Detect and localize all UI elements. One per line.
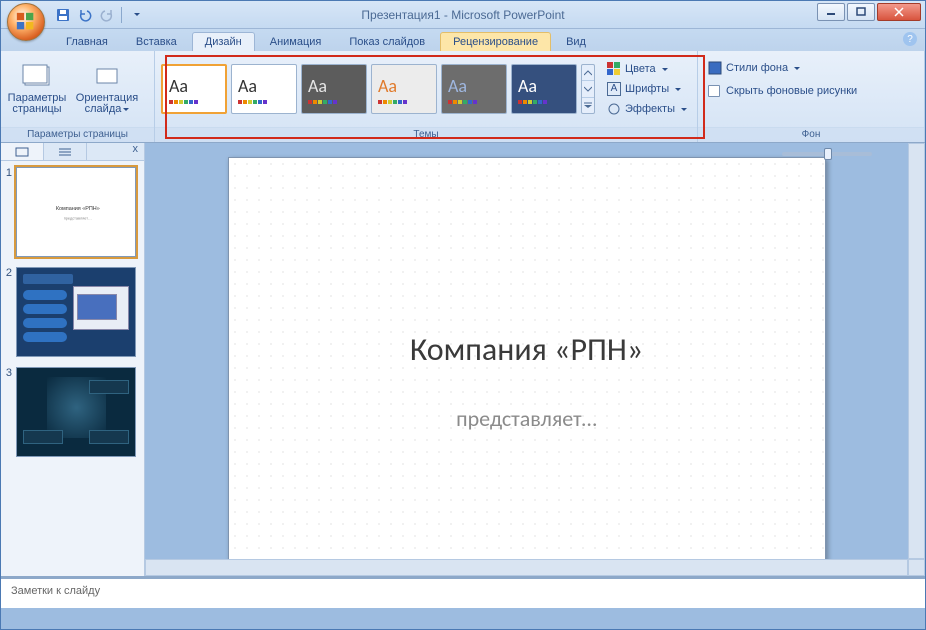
thumb-number: 2 xyxy=(3,267,12,357)
theme-fonts-button[interactable]: A Шрифты xyxy=(603,80,691,98)
colors-icon xyxy=(607,62,621,76)
bg-styles-label: Стили фона xyxy=(726,62,788,74)
notes-placeholder: Заметки к слайду xyxy=(11,585,100,597)
theme-preview-text: Aa xyxy=(169,75,225,97)
slide-thumb-3[interactable] xyxy=(16,367,136,457)
zoom-slider[interactable] xyxy=(782,152,872,156)
office-button[interactable] xyxy=(7,3,45,41)
notes-pane[interactable]: Заметки к слайду xyxy=(1,576,925,608)
tab-animation[interactable]: Анимация xyxy=(257,32,335,51)
theme-swatches xyxy=(518,100,576,104)
redo-icon[interactable] xyxy=(99,7,115,23)
tab-review[interactable]: Рецензирование xyxy=(440,32,551,51)
tab-insert[interactable]: Вставка xyxy=(123,32,190,51)
page-setup-button[interactable]: Параметры страницы xyxy=(7,56,67,122)
theme-item[interactable]: Aa xyxy=(441,64,507,114)
orientation-button[interactable]: Ориентация слайда xyxy=(71,56,143,122)
thumb-number: 3 xyxy=(3,367,12,457)
bg-styles-icon xyxy=(708,61,722,75)
theme-item[interactable]: Aa xyxy=(161,64,227,114)
theme-preview-text: Aa xyxy=(518,75,576,97)
theme-swatches xyxy=(238,100,296,104)
panel-close-button[interactable]: x xyxy=(127,143,145,160)
zoom-slider-thumb[interactable] xyxy=(824,148,832,160)
background-styles-button[interactable]: Стили фона xyxy=(704,59,804,77)
theme-swatches xyxy=(308,100,366,104)
panel-tab-outline[interactable] xyxy=(44,143,87,160)
themes-gallery: Aa Aa Aa Aa Aa Aa xyxy=(161,64,577,114)
theme-swatches xyxy=(378,100,436,104)
horizontal-scrollbar[interactable] xyxy=(145,559,908,576)
tab-design[interactable]: Дизайн xyxy=(192,32,255,51)
theme-preview-text: Aa xyxy=(308,75,366,97)
gallery-more-button[interactable] xyxy=(582,98,594,113)
quick-access-toolbar xyxy=(55,7,144,23)
undo-icon[interactable] xyxy=(77,7,93,23)
theme-item[interactable]: Aa xyxy=(371,64,437,114)
qat-customize-icon[interactable] xyxy=(128,7,144,23)
theme-colors-button[interactable]: Цвета xyxy=(603,60,691,78)
theme-swatches xyxy=(448,100,506,104)
vertical-scrollbar[interactable] xyxy=(908,143,925,559)
gallery-row-up-button[interactable] xyxy=(582,65,594,81)
slide-subtitle: представляет… xyxy=(456,405,597,432)
fonts-icon: A xyxy=(607,82,621,96)
theme-fonts-label: Шрифты xyxy=(625,83,669,95)
close-button[interactable] xyxy=(877,3,921,21)
theme-item[interactable]: Aa xyxy=(301,64,367,114)
slide-thumb-1[interactable]: Компания «РПН»представляет… xyxy=(16,167,136,257)
page-setup-label: Параметры страницы xyxy=(7,93,67,115)
gallery-scroll xyxy=(581,64,595,114)
slide-canvas[interactable]: Компания «РПН» представляет… xyxy=(228,157,826,559)
thumb-number: 1 xyxy=(3,167,12,257)
theme-item[interactable]: Aa xyxy=(511,64,577,114)
checkbox-box xyxy=(708,85,720,97)
hide-bg-label: Скрыть фоновые рисунки xyxy=(726,85,857,97)
bg-group-label: Фон xyxy=(698,127,924,142)
minimize-button[interactable] xyxy=(817,3,845,21)
tab-slideshow[interactable]: Показ слайдов xyxy=(336,32,438,51)
pagesetup-group-label: Параметры страницы xyxy=(1,127,154,142)
panel-tab-slides[interactable] xyxy=(1,143,44,160)
tab-home[interactable]: Главная xyxy=(53,32,121,51)
help-icon[interactable]: ? xyxy=(903,32,917,46)
theme-preview-text: Aa xyxy=(448,75,506,97)
slide-title: Компания «РПН» xyxy=(410,330,643,369)
theme-item[interactable]: Aa xyxy=(231,64,297,114)
slide-thumb-2[interactable] xyxy=(16,267,136,357)
gallery-row-down-button[interactable] xyxy=(582,81,594,97)
theme-swatches xyxy=(169,100,225,104)
save-icon[interactable] xyxy=(55,7,71,23)
theme-effects-button[interactable]: Эффекты xyxy=(603,100,691,118)
theme-colors-label: Цвета xyxy=(625,63,656,75)
tab-view[interactable]: Вид xyxy=(553,32,599,51)
maximize-button[interactable] xyxy=(847,3,875,21)
theme-effects-label: Эффекты xyxy=(625,103,675,115)
themes-group-label: Темы xyxy=(155,127,697,142)
effects-icon xyxy=(607,102,621,116)
orientation-label: Ориентация слайда xyxy=(76,92,138,115)
theme-preview-text: Aa xyxy=(238,75,296,97)
theme-preview-text: Aa xyxy=(378,75,436,97)
hide-bg-checkbox[interactable]: Скрыть фоновые рисунки xyxy=(704,83,861,99)
